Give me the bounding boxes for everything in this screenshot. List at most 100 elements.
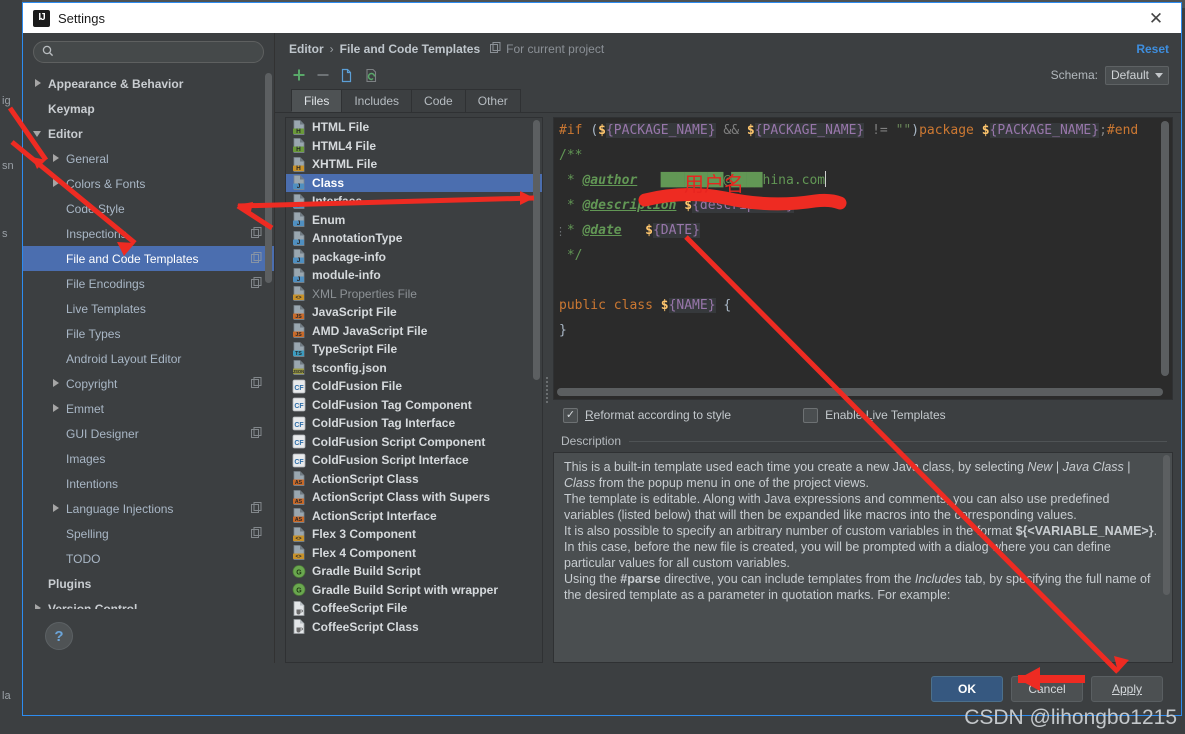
file-list-item[interactable]: CF ColdFusion Tag Component (286, 396, 542, 415)
file-list-item[interactable]: CF ColdFusion File (286, 377, 542, 396)
chevron-right-icon[interactable] (51, 503, 62, 514)
file-list-item[interactable]: AS ActionScript Interface (286, 507, 542, 526)
breadcrumb-root[interactable]: Editor (289, 42, 324, 56)
chevron-right-icon[interactable] (51, 178, 62, 189)
file-list-item[interactable]: Jmodule-info (286, 266, 542, 285)
sidebar-item-emmet[interactable]: Emmet (23, 396, 274, 421)
reformat-checkbox[interactable]: ✓ (563, 407, 578, 423)
template-file-list[interactable]: H HTML File H HTML4 File H XHTML File J Class J I… (285, 117, 543, 663)
file-list-item[interactable]: H HTML4 File (286, 137, 542, 156)
sidebar-item-todo[interactable]: TODO (23, 546, 274, 571)
file-list-item[interactable]: JSON tsconfig.json (286, 359, 542, 378)
chevron-down-icon[interactable] (33, 128, 44, 139)
editor-vertical-scrollbar[interactable] (1161, 121, 1169, 376)
file-list-item[interactable]: J Class (286, 173, 542, 192)
file-list-item[interactable]: JS JavaScript File (286, 303, 542, 322)
plus-icon[interactable] (287, 64, 311, 86)
sidebar-item-language-injections[interactable]: Language Injections (23, 496, 274, 521)
tab-files[interactable]: Files (291, 89, 343, 112)
file-list-item[interactable]: CF ColdFusion Tag Interface (286, 414, 542, 433)
sidebar-item-colors-fonts[interactable]: Colors & Fonts (23, 171, 274, 196)
file-list-item[interactable]: G Gradle Build Script with wrapper (286, 581, 542, 600)
file-list-item[interactable]: JS AMD JavaScript File (286, 322, 542, 341)
file-list-item[interactable]: AS ActionScript Class with Supers (286, 488, 542, 507)
sidebar-item-file-types[interactable]: File Types (23, 321, 274, 346)
sidebar-item-code-style[interactable]: Code Style (23, 196, 274, 221)
file-list-item[interactable]: G Gradle Build Script (286, 562, 542, 581)
sidebar-item-plugins[interactable]: Plugins (23, 571, 274, 596)
sidebar-scrollbar[interactable] (265, 73, 272, 283)
help-button[interactable]: ? (45, 622, 73, 650)
code-line[interactable]: * @author ████████@████hina.com (554, 168, 1172, 193)
code-line[interactable]: /** (554, 143, 1172, 168)
ok-button[interactable]: OK (931, 676, 1003, 702)
search-input[interactable] (59, 45, 255, 59)
description-scrollbar[interactable] (1163, 455, 1170, 595)
file-list-item[interactable]: J Interface (286, 192, 542, 211)
sidebar-item-file-and-code-templates[interactable]: File and Code Templates (23, 246, 274, 271)
tab-includes[interactable]: Includes (341, 89, 413, 112)
sidebar-item-general[interactable]: General (23, 146, 274, 171)
reset-template-icon[interactable] (359, 64, 383, 86)
file-list-item[interactable]: Jpackage-info (286, 248, 542, 267)
chevron-right-icon[interactable] (51, 153, 62, 164)
file-list-item[interactable]: J Enum (286, 211, 542, 230)
file-list-item[interactable]: CoffeeScript File (286, 599, 542, 618)
chevron-right-icon[interactable] (33, 78, 44, 89)
file-list-item-label: XML Properties File (312, 286, 417, 301)
chevron-right-icon[interactable] (51, 378, 62, 389)
apply-button[interactable]: Apply (1091, 676, 1163, 702)
sidebar-item-version-control[interactable]: Version Control (23, 596, 274, 609)
file-list-item[interactable]: <> Flex 3 Component (286, 525, 542, 544)
chevron-right-icon[interactable] (51, 403, 62, 414)
reset-link[interactable]: Reset (1136, 42, 1169, 56)
sidebar-item-editor[interactable]: Editor (23, 121, 274, 146)
split-handle[interactable] (543, 117, 553, 663)
reformat-checkbox-label[interactable]: Reformat according to style (585, 408, 731, 422)
gradle-icon: G (292, 582, 306, 597)
code-line[interactable]: * @description ${description} (554, 193, 1172, 218)
file-list-item[interactable]: AS ActionScript Class (286, 470, 542, 489)
code-line[interactable]: public class ${NAME} { (554, 293, 1172, 318)
code-line[interactable]: } (554, 318, 1172, 343)
tab-other[interactable]: Other (464, 89, 521, 112)
settings-tree[interactable]: Appearance & Behavior Keymap Editor General… (23, 71, 274, 609)
code-line[interactable]: */ (554, 243, 1172, 268)
file-list-item[interactable]: H XHTML File (286, 155, 542, 174)
code-line[interactable] (554, 268, 1172, 293)
file-list-item[interactable]: <> XML Properties File (286, 285, 542, 304)
template-code-editor[interactable]: ⋮ #if (${PACKAGE_NAME} && ${PACKAGE_NAME… (553, 117, 1173, 400)
file-list-item[interactable]: TS TypeScript File (286, 340, 542, 359)
sidebar-item-keymap[interactable]: Keymap (23, 96, 274, 121)
file-list-item[interactable]: CF ColdFusion Script Interface (286, 451, 542, 470)
schema-dropdown[interactable]: Default (1104, 65, 1169, 85)
sidebar-item-appearance-behavior[interactable]: Appearance & Behavior (23, 71, 274, 96)
file-list-item[interactable]: J AnnotationType (286, 229, 542, 248)
file-list-item[interactable]: CoffeeScript Class (286, 618, 542, 637)
sidebar-item-file-encodings[interactable]: File Encodings (23, 271, 274, 296)
file-list-item[interactable]: <> Flex 4 Component (286, 544, 542, 563)
sidebar-item-live-templates[interactable]: Live Templates (23, 296, 274, 321)
live-templates-checkbox[interactable] (803, 407, 819, 423)
close-icon[interactable]: ✕ (1137, 4, 1175, 32)
chevron-right-icon[interactable] (33, 603, 44, 609)
editor-horizontal-scrollbar[interactable] (557, 388, 1163, 396)
description-divider (629, 440, 1167, 442)
tab-code[interactable]: Code (411, 89, 466, 112)
code-line[interactable]: * @date ${DATE} (554, 218, 1172, 243)
file-list-item[interactable]: H HTML File (286, 118, 542, 137)
live-templates-checkbox-label[interactable]: Enable Live Templates (825, 408, 946, 422)
cancel-button[interactable]: Cancel (1011, 676, 1083, 702)
sidebar-item-android-layout-editor[interactable]: Android Layout Editor (23, 346, 274, 371)
sidebar-item-intentions[interactable]: Intentions (23, 471, 274, 496)
copy-template-icon[interactable] (335, 64, 359, 86)
file-list-scrollbar[interactable] (533, 120, 540, 380)
code-line[interactable]: #if (${PACKAGE_NAME} && ${PACKAGE_NAME} … (554, 118, 1172, 143)
file-list-item[interactable]: CF ColdFusion Script Component (286, 433, 542, 452)
sidebar-item-gui-designer[interactable]: GUI Designer (23, 421, 274, 446)
sidebar-item-images[interactable]: Images (23, 446, 274, 471)
sidebar-item-copyright[interactable]: Copyright (23, 371, 274, 396)
sidebar-item-spelling[interactable]: Spelling (23, 521, 274, 546)
sidebar-item-inspections[interactable]: Inspections (23, 221, 274, 246)
search-box[interactable] (33, 41, 264, 63)
